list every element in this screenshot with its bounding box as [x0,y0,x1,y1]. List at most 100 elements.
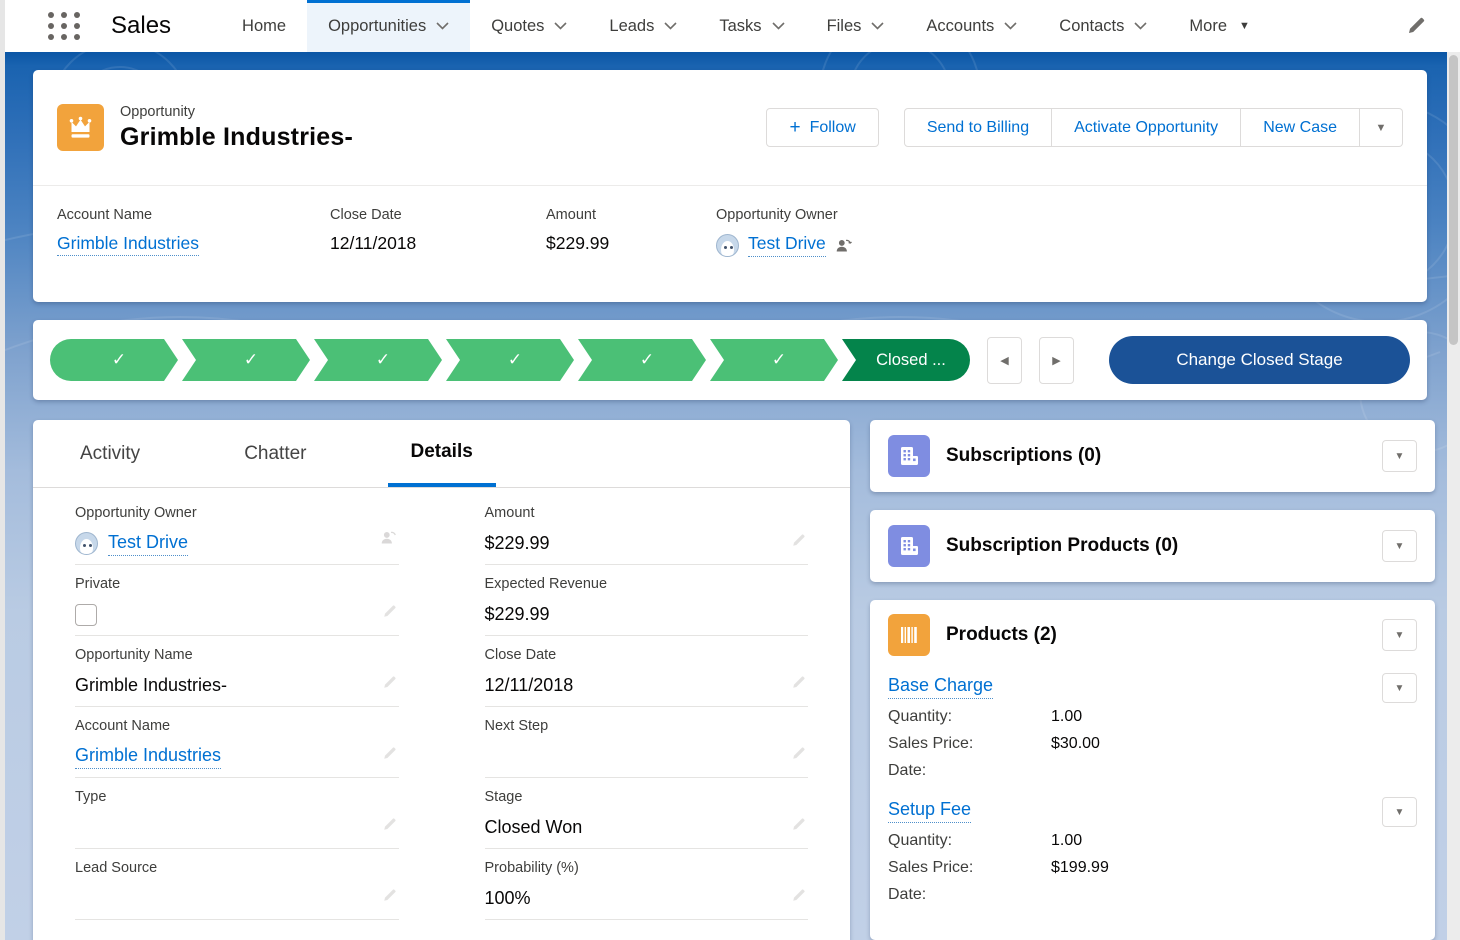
plus-icon: + [789,118,800,137]
tab-activity[interactable]: Activity [57,420,163,487]
triangle-down-icon: ▼ [1395,807,1405,818]
chevron-down-icon [554,22,567,30]
nav-tab-leads[interactable]: Leads [588,0,698,52]
record-title-block: Opportunity Grimble Industries- [120,104,353,152]
edit-pencil-icon[interactable] [382,888,397,903]
change-owner-icon[interactable] [835,237,852,254]
field-amount: Amount $229.99 [485,494,809,565]
activate-opportunity-button[interactable]: Activate Opportunity [1052,108,1241,147]
edit-pencil-icon[interactable] [382,675,397,690]
edit-pencil-icon[interactable] [791,533,806,548]
account-name-link[interactable]: Grimble Industries [75,745,221,769]
edit-pencil-icon[interactable] [791,746,806,761]
checkmark-icon: ✓ [508,350,522,370]
path-stage-complete[interactable]: ✓ [182,339,310,381]
path-stage-complete[interactable]: ✓ [50,339,178,381]
highlight-field-owner: Opportunity Owner Test Drive [716,207,852,257]
subscription-products-dropdown-button[interactable]: ▼ [1382,530,1417,562]
header-action-buttons: + Follow Send to Billing Activate Opport… [766,108,1403,147]
chevron-down-icon [772,22,785,30]
edit-pencil-icon[interactable] [791,888,806,903]
new-case-button[interactable]: New Case [1241,108,1360,147]
edit-pencil-icon[interactable] [382,817,397,832]
path-stage-complete[interactable]: ✓ [446,339,574,381]
follow-button[interactable]: + Follow [766,108,878,147]
user-avatar [75,532,98,555]
highlights-fields-row: Account Name Grimble Industries Close Da… [33,185,1427,257]
checkmark-icon: ✓ [772,350,786,370]
owner-link[interactable]: Test Drive [108,532,188,556]
related-card-title: Subscription Products (0) [946,535,1178,557]
field-stage: Stage Closed Won [485,778,809,849]
nav-tab-tasks[interactable]: Tasks [698,0,805,52]
app-launcher-icon[interactable] [45,9,83,43]
entity-label: Opportunity [120,104,353,120]
chevron-down-icon [1004,22,1017,30]
nav-tab-opportunities[interactable]: Opportunities [307,0,470,52]
nav-tab-files[interactable]: Files [806,0,906,52]
nav-tab-list: Home Opportunities Quotes Leads [221,0,1271,52]
highlight-field-amount: Amount $229.99 [546,207,716,257]
field-opportunity-name: Opportunity Name Grimble Industries- [75,636,399,707]
highlight-field-account-name: Account Name Grimble Industries [57,207,330,257]
products-related-card: Products (2) ▼ Base Charge ▼ Quantity:1.… [870,600,1435,940]
opportunity-highlights-panel: Opportunity Grimble Industries- + Follow… [33,70,1427,302]
path-stage-complete[interactable]: ✓ [710,339,838,381]
change-owner-icon[interactable] [380,529,397,546]
triangle-left-icon: ◀ [1000,354,1008,367]
tab-details[interactable]: Details [388,420,496,487]
edit-pencil-icon[interactable] [791,675,806,690]
opportunity-crown-icon [57,104,104,151]
send-to-billing-button[interactable]: Send to Billing [904,108,1052,147]
account-name-link[interactable]: Grimble Industries [57,233,199,256]
more-actions-dropdown-button[interactable]: ▼ [1360,108,1403,147]
highlight-field-close-date: Close Date 12/11/2018 [330,207,546,257]
change-closed-stage-button[interactable]: Change Closed Stage [1109,336,1410,384]
product-row-dropdown-button[interactable]: ▼ [1382,673,1417,703]
private-checkbox[interactable] [75,604,97,626]
nav-tab-quotes[interactable]: Quotes [470,0,588,52]
nav-tab-more[interactable]: More ▼ [1168,0,1270,52]
edit-nav-pencil-icon[interactable] [1406,16,1426,36]
field-probability: Probability (%) 100% [485,849,809,920]
related-card-title: Products (2) [946,624,1057,646]
user-avatar [716,234,739,257]
product-list-item: Setup Fee ▼ Quantity:1.00 Sales Price:$1… [888,799,1417,904]
edit-pencil-icon[interactable] [382,604,397,619]
chevron-down-icon [664,22,677,30]
edit-pencil-icon[interactable] [382,746,397,761]
window-left-edge [0,0,5,940]
triangle-down-icon: ▼ [1395,541,1405,552]
related-card-title: Subscriptions (0) [946,445,1101,467]
products-dropdown-button[interactable]: ▼ [1382,619,1417,651]
products-barcode-icon [888,614,930,656]
path-scroll-right-button[interactable]: ▶ [1039,337,1074,384]
sales-path-panel: ✓ ✓ ✓ ✓ ✓ ✓ Closed ... ◀ ▶ Change Closed… [33,320,1427,400]
path-scroll-left-button[interactable]: ◀ [987,337,1022,384]
sales-path: ✓ ✓ ✓ ✓ ✓ ✓ Closed ... [50,339,970,381]
owner-link[interactable]: Test Drive [748,233,826,257]
vertical-scrollbar[interactable] [1447,52,1460,940]
tab-chatter[interactable]: Chatter [221,420,329,487]
nav-tab-home[interactable]: Home [221,0,307,52]
nav-tab-accounts[interactable]: Accounts [905,0,1038,52]
subscriptions-dropdown-button[interactable]: ▼ [1382,440,1417,472]
checkmark-icon: ✓ [376,350,390,370]
product-link[interactable]: Setup Fee [888,799,971,823]
product-link[interactable]: Base Charge [888,675,993,699]
app-name: Sales [111,12,171,40]
field-close-date: Close Date 12/11/2018 [485,636,809,707]
scrollbar-thumb[interactable] [1449,55,1458,345]
global-navigation-bar: Sales Home Opportunities Quotes Leads [0,0,1460,52]
field-expected-revenue: Expected Revenue $229.99 [485,565,809,636]
nav-tab-contacts[interactable]: Contacts [1038,0,1168,52]
chevron-down-icon [1134,22,1147,30]
subscriptions-icon [888,435,930,477]
path-stage-closed[interactable]: Closed ... [842,339,970,381]
product-row-dropdown-button[interactable]: ▼ [1382,797,1417,827]
edit-pencil-icon[interactable] [791,817,806,832]
triangle-right-icon: ▶ [1052,354,1060,367]
path-stage-complete[interactable]: ✓ [314,339,442,381]
path-stage-complete[interactable]: ✓ [578,339,706,381]
triangle-down-icon: ▼ [1376,122,1387,134]
